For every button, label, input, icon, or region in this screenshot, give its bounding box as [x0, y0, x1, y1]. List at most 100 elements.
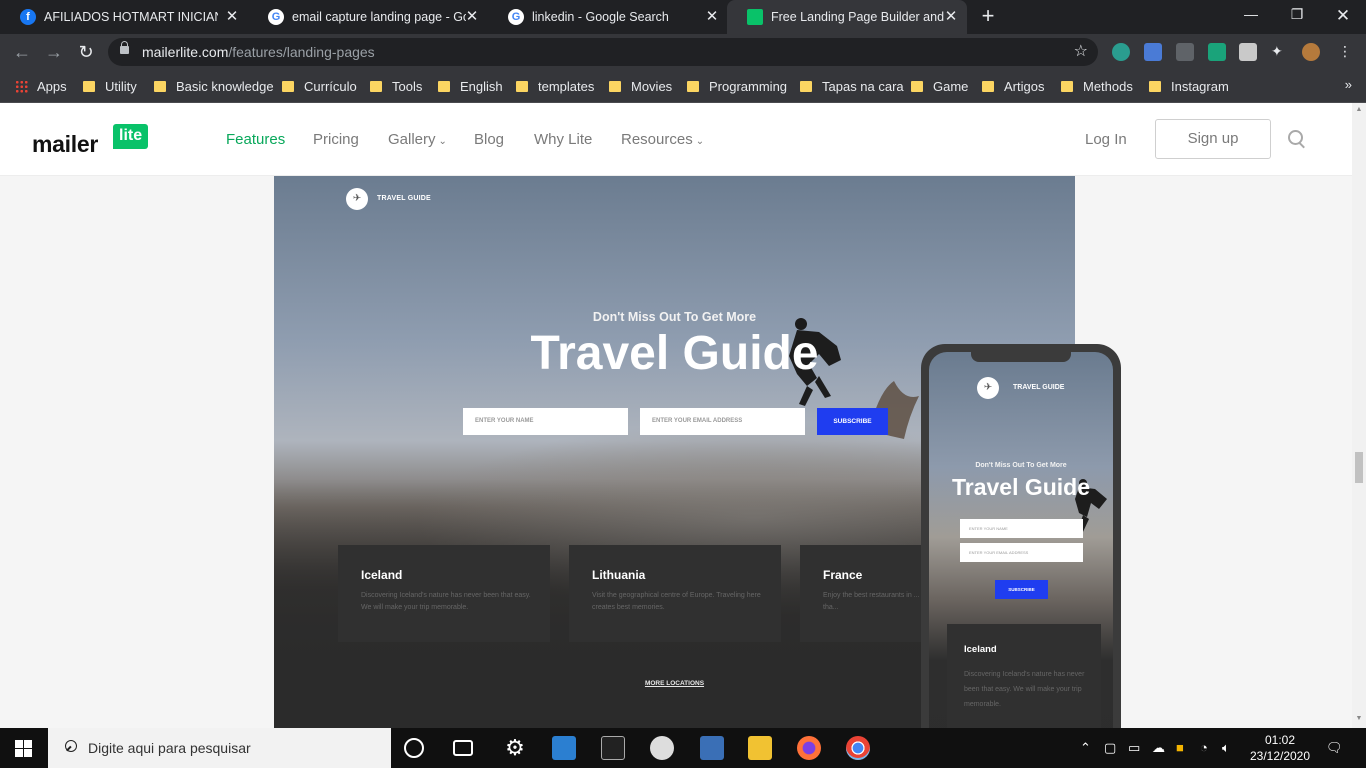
- volume-icon[interactable]: 🔈︎: [1222, 740, 1230, 756]
- phone-screen: ✈ TRAVEL GUIDE Don't Miss Out To Get Mor…: [929, 352, 1113, 728]
- forward-icon[interactable]: →: [42, 40, 66, 64]
- translate-icon[interactable]: [1144, 43, 1162, 61]
- search-icon[interactable]: [1288, 130, 1306, 148]
- bookmark-star-icon[interactable]: ☆: [1074, 41, 1088, 61]
- cortana-icon[interactable]: [404, 738, 424, 758]
- bookmark-basic-knowledge[interactable]: Basic knowledge: [154, 77, 274, 95]
- control-panel-icon[interactable]: [552, 736, 576, 760]
- phone-email-input[interactable]: ENTER YOUR EMAIL ADDRESS: [960, 543, 1083, 562]
- bookmark-english[interactable]: English: [438, 77, 503, 95]
- profile-avatar[interactable]: [1302, 43, 1320, 61]
- card-description: Visit the geographical centre of Europe.…: [592, 592, 761, 611]
- signup-button[interactable]: Sign up: [1155, 119, 1271, 159]
- close-tab-icon[interactable]: ✕: [943, 9, 959, 25]
- tab-email-capture[interactable]: G email capture landing page - Google Se…: [248, 0, 488, 34]
- close-tab-icon[interactable]: ✕: [464, 9, 480, 25]
- nav-blog[interactable]: Blog: [474, 131, 504, 148]
- extension-sheet-icon[interactable]: [1239, 43, 1257, 61]
- scroll-down-icon[interactable]: ▼: [1355, 715, 1363, 723]
- notifications-icon[interactable]: 🗨︎: [1326, 740, 1343, 756]
- tray-app-icon[interactable]: ■: [1176, 740, 1184, 755]
- tab-afiliados[interactable]: f AFILIADOS HOTMART INICIANTES ✕: [0, 0, 248, 34]
- bookmark-artigos[interactable]: Artigos: [982, 77, 1044, 95]
- bookmark-label: Methods: [1083, 78, 1133, 94]
- phone-subscribe-button[interactable]: SUBSCRIBE: [995, 580, 1048, 599]
- terminal-icon[interactable]: [601, 736, 625, 760]
- url-text[interactable]: mailerlite.com/features/landing-pages: [142, 44, 375, 60]
- tray-chevron-up-icon[interactable]: ⌃: [1080, 740, 1091, 756]
- bookmarks-bar: Apps Utility Basic knowledge Currículo T…: [0, 70, 1366, 103]
- extension-shield-icon[interactable]: [1112, 43, 1130, 61]
- taskbar-search-box[interactable]: Digite aqui para pesquisar: [48, 728, 391, 768]
- nav-gallery[interactable]: Gallery ⌄: [388, 131, 447, 148]
- bookmark-movies[interactable]: Movies: [609, 77, 672, 95]
- back-icon[interactable]: ←: [10, 40, 34, 64]
- minimize-icon[interactable]: —: [1239, 6, 1263, 26]
- phone-location-card[interactable]: Iceland Discovering Iceland's nature has…: [947, 624, 1101, 728]
- bookmark-instagram[interactable]: Instagram: [1149, 77, 1229, 95]
- scroll-thumb[interactable]: [1355, 452, 1363, 483]
- task-view-icon[interactable]: [453, 740, 473, 756]
- tab-title: linkedin - Google Search: [532, 10, 669, 24]
- preview-kicker: Don't Miss Out To Get More: [592, 310, 757, 324]
- tray-meet-icon[interactable]: ▢: [1104, 740, 1116, 756]
- tab-linkedin[interactable]: G linkedin - Google Search ✕: [488, 0, 728, 34]
- bookmark-game[interactable]: Game: [911, 77, 968, 95]
- bookmark-methods[interactable]: Methods: [1061, 77, 1133, 95]
- nav-resources[interactable]: Resources ⌄: [621, 131, 704, 148]
- logo-mailer-text[interactable]: mailer: [32, 131, 98, 158]
- tab-mailerlite[interactable]: Free Landing Page Builder and Templates …: [727, 0, 967, 34]
- file-explorer-icon[interactable]: [748, 736, 772, 760]
- login-link[interactable]: Log In: [1085, 131, 1127, 148]
- bookmark-label: Currículo: [304, 78, 357, 94]
- lock-icon[interactable]: [120, 41, 129, 54]
- logo-lite-badge[interactable]: lite: [113, 124, 149, 149]
- bookmark-curriculo[interactable]: Currículo: [282, 77, 357, 95]
- location-card[interactable]: Iceland Discovering Iceland's nature has…: [338, 545, 550, 642]
- pen-extension-icon[interactable]: [1176, 43, 1194, 61]
- address-bar[interactable]: mailerlite.com/features/landing-pages ☆: [108, 38, 1098, 66]
- chrome-icon[interactable]: [846, 736, 870, 760]
- bookmark-tapas-na-cara[interactable]: Tapas na cara: [800, 77, 904, 95]
- wifi-icon[interactable]: ◔: [1200, 740, 1208, 755]
- preview-subscribe-button[interactable]: SUBSCRIBE: [817, 408, 888, 435]
- close-window-icon[interactable]: ✕: [1331, 6, 1355, 26]
- bookmark-label: Utility: [105, 78, 137, 94]
- preview-brand: TRAVEL GUIDE: [377, 195, 431, 202]
- restore-icon[interactable]: ❐: [1285, 6, 1309, 26]
- chevron-down-icon: ⌄: [695, 136, 705, 147]
- nav-features[interactable]: Features: [226, 131, 285, 148]
- location-card[interactable]: Lithuania Visit the geographical centre …: [569, 545, 781, 642]
- chrome-menu-icon[interactable]: ⋮: [1336, 43, 1354, 61]
- settings-gear-icon[interactable]: ⚙: [503, 736, 527, 760]
- phone-name-input[interactable]: ENTER YOUR NAME: [960, 519, 1083, 538]
- browser-toolbar: ← → ↻ mailerlite.com/features/landing-pa…: [0, 34, 1366, 70]
- bookmark-tools[interactable]: Tools: [370, 77, 422, 95]
- calculator-icon[interactable]: [700, 736, 724, 760]
- close-tab-icon[interactable]: ✕: [704, 9, 720, 25]
- bookmark-apps[interactable]: Apps: [15, 77, 67, 95]
- bookmark-utility[interactable]: Utility: [83, 77, 137, 95]
- nav-pricing[interactable]: Pricing: [313, 131, 359, 148]
- bookmark-templates[interactable]: templates: [516, 77, 594, 95]
- puzzle-icon[interactable]: ✦: [1271, 43, 1289, 61]
- preview-email-input[interactable]: ENTER YOUR EMAIL ADDRESS: [640, 408, 805, 435]
- onedrive-cloud-icon[interactable]: ☁: [1152, 740, 1165, 756]
- scroll-up-icon[interactable]: ▲: [1355, 106, 1363, 114]
- page-scrollbar[interactable]: ▲ ▼: [1352, 103, 1366, 728]
- url-path: /features/landing-pages: [228, 44, 375, 60]
- clock-app-icon[interactable]: [650, 736, 674, 760]
- extension-figure-icon[interactable]: [1208, 43, 1226, 61]
- bookmark-programming[interactable]: Programming: [687, 77, 787, 95]
- firefox-icon[interactable]: [797, 736, 821, 760]
- bookmarks-overflow-icon[interactable]: »: [1345, 77, 1352, 92]
- windows-start-icon[interactable]: [15, 740, 32, 757]
- system-clock[interactable]: 01:02 23/12/2020: [1240, 732, 1320, 764]
- reload-icon[interactable]: ↻: [74, 40, 98, 64]
- new-tab-button[interactable]: +: [977, 5, 999, 28]
- preview-name-input[interactable]: ENTER YOUR NAME: [463, 408, 628, 435]
- tray-battery-icon[interactable]: ▭: [1128, 740, 1140, 756]
- folder-icon: [516, 80, 528, 92]
- close-tab-icon[interactable]: ✕: [224, 9, 240, 25]
- nav-why-lite[interactable]: Why Lite: [534, 131, 592, 148]
